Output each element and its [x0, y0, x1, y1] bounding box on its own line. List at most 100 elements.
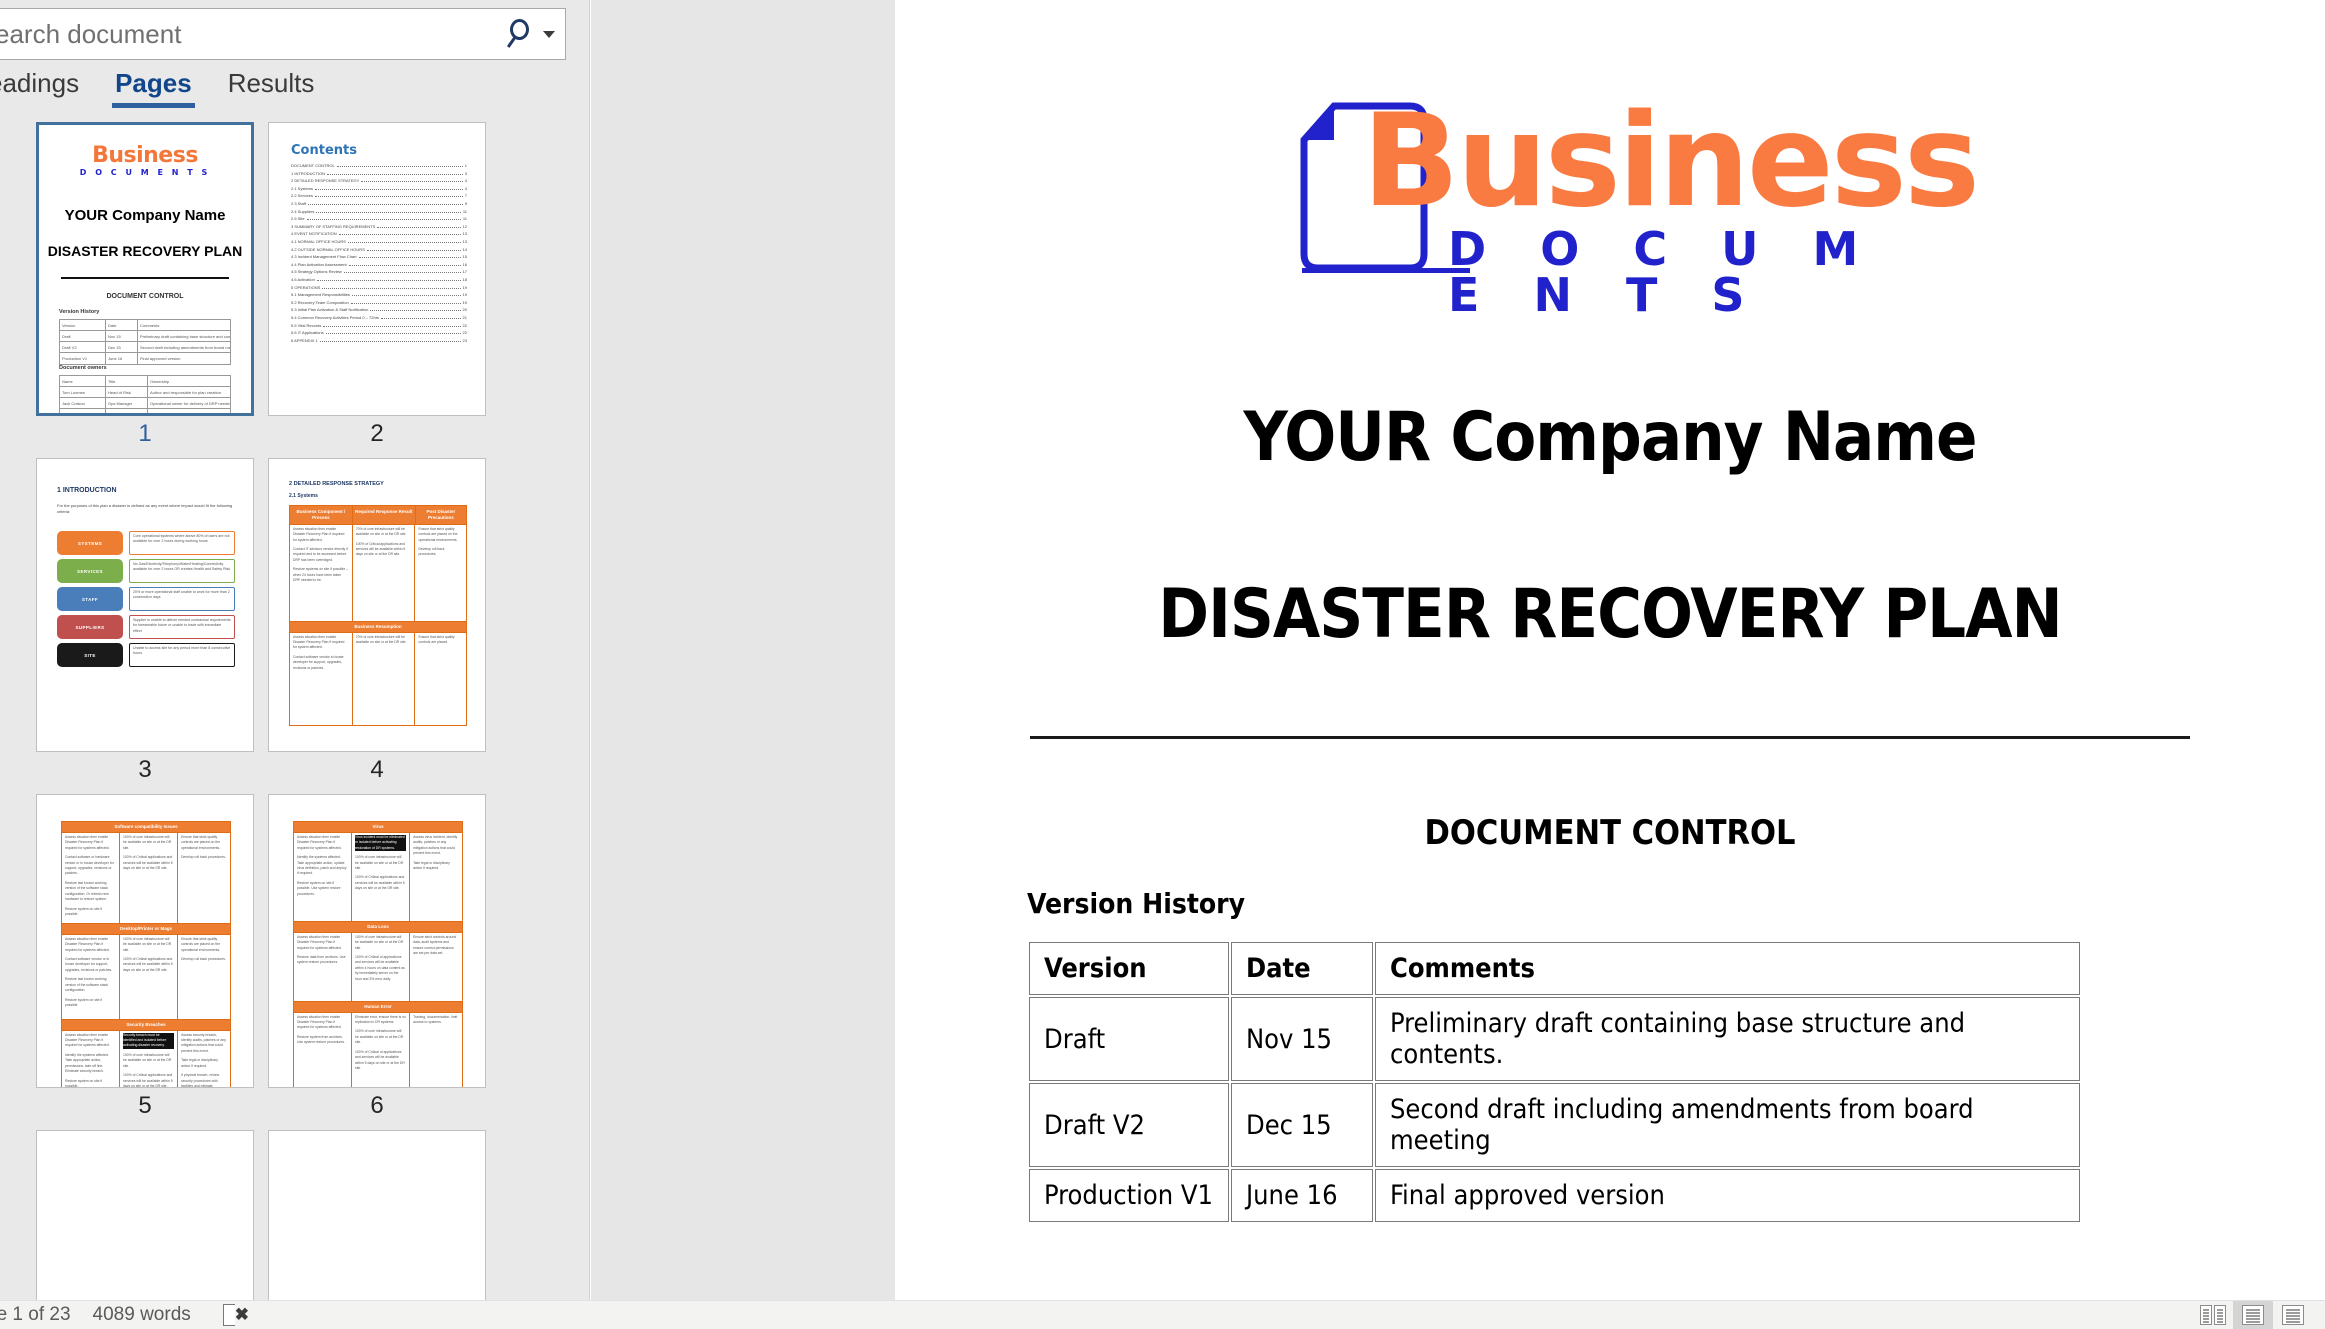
thumb-control-heading: DOCUMENT CONTROL	[106, 293, 184, 300]
toc-line: 5.4 Common Recovery Activities Period 0 …	[291, 315, 467, 320]
toc-line: 4.1 NORMAL OFFICE HOURS 13	[291, 239, 467, 244]
horizontal-rule	[1030, 736, 2190, 739]
thumbnail-item-page-8[interactable]	[268, 1130, 486, 1300]
page-thumbnail-1[interactable]: Business D O C U M E N T S YOUR Company …	[36, 122, 254, 416]
word-count[interactable]: 4089 words	[93, 1304, 191, 1326]
web-layout-button[interactable]	[2273, 1301, 2313, 1329]
search-controls	[506, 19, 565, 49]
column-header-version: Version	[1029, 942, 1229, 995]
document-canvas[interactable]: Business D O C U M E N T S YOUR Company …	[591, 0, 2325, 1300]
status-bar-left: ge 1 of 23 4089 words ✖	[0, 1304, 249, 1326]
page-indicator[interactable]: ge 1 of 23	[0, 1304, 71, 1326]
thumbnail-item-page-6[interactable]: Virus Assess situation then enable Disas…	[268, 794, 486, 1118]
navigation-search-row: earch document	[0, 8, 566, 60]
thumbnail-row: Business D O C U M E N T S YOUR Company …	[0, 122, 589, 446]
search-icon[interactable]	[506, 19, 539, 49]
thumb-table-page-6: Virus Assess situation then enable Disas…	[293, 821, 463, 1087]
tab-results[interactable]: Results	[210, 68, 333, 108]
read-mode-button[interactable]	[2193, 1301, 2233, 1329]
page-thumbnails-list[interactable]: Business D O C U M E N T S YOUR Company …	[0, 122, 589, 1300]
intro-chip-label: SYSTEMS	[57, 531, 123, 555]
page-thumbnail-7[interactable]	[36, 1130, 254, 1300]
column-header-comments: Comments	[1375, 942, 2080, 995]
thumbnail-page-number: 4	[370, 756, 384, 783]
thumb-contents-title: Contents	[291, 143, 357, 158]
intro-chip-row: SUPPLIERS Supplier is unable to deliver n…	[57, 615, 235, 639]
read-mode-icon	[2200, 1305, 2226, 1325]
table-row: Draft V2 Dec 15 Second draft including a…	[1029, 1083, 2080, 1167]
toc-line: 5.2 Recovery Team Composition 19	[291, 299, 467, 305]
cell-date: Dec 15	[1231, 1083, 1373, 1167]
thumb-subject: DISASTER RECOVERY PLAN	[47, 243, 243, 259]
toc-line: DOCUMENT CONTROL 1	[291, 163, 467, 168]
brand-documents-text: D O C U M E N T S	[1448, 222, 1878, 322]
thumbnail-row: Software compatibility Issues Assess sit…	[0, 794, 589, 1118]
toc-line: 4.5 Strategy Options Review 17	[291, 269, 467, 275]
thumb-logo: Business D O C U M E N T S	[39, 145, 251, 178]
toc-line: 5.5 Vital Records 22	[291, 322, 467, 328]
thumb-intro-heading: 1 INTRODUCTION	[57, 487, 117, 494]
thumb-intro-paragraph: For the purposes of this plan a disaster…	[57, 503, 233, 514]
intro-chip-label: SERVICES	[57, 559, 123, 583]
toc-line: 2 DETAILED RESPONSE STRATEGY 4	[291, 178, 467, 184]
intro-chip-text: Supplier is unable to deliver needed con…	[129, 615, 235, 639]
brand-underline	[1302, 268, 1470, 273]
thumbnail-row	[0, 1130, 589, 1300]
cell-version: Draft V2	[1029, 1083, 1229, 1167]
thumbnail-item-page-1[interactable]: Business D O C U M E N T S YOUR Company …	[36, 122, 254, 446]
intro-chip-row: SYSTEMS Core operational systems where ab…	[57, 531, 235, 555]
document-page-1[interactable]: Business D O C U M E N T S YOUR Company …	[895, 0, 2325, 1300]
document-content: Business D O C U M E N T S YOUR Company …	[895, 0, 2325, 1224]
cell-comments: Final approved version	[1375, 1169, 2080, 1222]
cell-version: Production V1	[1029, 1169, 1229, 1222]
page-thumbnail-5[interactable]: Software compatibility Issues Assess sit…	[36, 794, 254, 1088]
thumbnail-item-page-3[interactable]: 1 INTRODUCTION For the purposes of this …	[36, 458, 254, 782]
column-header-date: Date	[1231, 942, 1373, 995]
toc-line: 4.2 OUTSIDE NORMAL OFFICE HOURS 14	[291, 246, 467, 252]
thumbnail-page-number: 1	[138, 420, 152, 447]
thumbnail-item-page-7[interactable]	[36, 1130, 254, 1300]
status-bar: ge 1 of 23 4089 words ✖	[0, 1300, 2325, 1329]
intro-chip-label: SITE	[57, 643, 123, 667]
page-thumbnail-8[interactable]	[268, 1130, 486, 1300]
thumb-owners-table: Name Title Ownership Tom Loomes Head of Ris…	[59, 375, 231, 413]
proofing-errors-icon[interactable]: ✖	[222, 1304, 249, 1326]
navigation-pane: earch document eadings Pages Results	[0, 0, 590, 1300]
tab-headings[interactable]: eadings	[0, 68, 97, 108]
cell-date: Nov 15	[1231, 997, 1373, 1081]
thumbnail-item-page-5[interactable]: Software compatibility Issues Assess sit…	[36, 794, 254, 1118]
intro-chip-label: SUPPLIERS	[57, 615, 123, 639]
page-thumbnail-4[interactable]: 2 DETAILED RESPONSE STRATEGY 2.1 Systems…	[268, 458, 486, 752]
print-layout-icon	[2242, 1305, 2264, 1325]
page-thumbnail-2[interactable]: Contents DOCUMENT CONTROL 1 1 INTRODUCTION…	[268, 122, 486, 416]
toc-line: 3 SUMMARY OF STAFFING REQUIREMENTS 12	[291, 223, 467, 229]
intro-chip-row: SERVICES No Gas/Electricity/Telephony/Wat…	[57, 559, 235, 583]
chevron-down-icon[interactable]	[543, 30, 555, 38]
search-input[interactable]: earch document	[0, 8, 566, 60]
print-layout-button[interactable]	[2233, 1300, 2273, 1329]
word-application-window: earch document eadings Pages Results	[0, 0, 2325, 1329]
brand-business-text: Business	[1362, 87, 1980, 236]
thumbnail-page-number: 5	[138, 1092, 152, 1119]
page-thumbnail-3[interactable]: 1 INTRODUCTION For the purposes of this …	[36, 458, 254, 752]
web-layout-icon	[2282, 1305, 2304, 1325]
intro-chip-text: 20% or more operational staff unable to …	[129, 587, 235, 611]
toc-line: 6 APPENDIX 1 23	[291, 337, 467, 343]
page-title-subject: DISASTER RECOVERY PLAN	[1158, 575, 2062, 654]
navigation-tabs: eadings Pages Results	[0, 68, 589, 108]
intro-chip-label: STAFF	[57, 587, 123, 611]
tab-pages[interactable]: Pages	[97, 68, 210, 108]
intro-chip-row: SITE Unable to access site for any period…	[57, 643, 235, 667]
page-thumbnail-6[interactable]: Virus Assess situation then enable Disas…	[268, 794, 486, 1088]
thumbnail-page-number: 2	[370, 420, 384, 447]
thumb-version-table: Version Date Comments Draft Nov 15 Prelimina…	[59, 319, 231, 365]
thumbnail-page-number: 3	[138, 756, 152, 783]
thumb-rule-top	[61, 277, 229, 279]
intro-chip-text: Core operational systems where above 80%…	[129, 531, 235, 555]
thumbnail-item-page-2[interactable]: Contents DOCUMENT CONTROL 1 1 INTRODUCTION…	[268, 122, 486, 446]
thumb-table-page-5: Software compatibility Issues Assess sit…	[61, 821, 231, 1087]
thumb-owners-label: Document owners	[59, 365, 107, 371]
thumbnail-item-page-4[interactable]: 2 DETAILED RESPONSE STRATEGY 2.1 Systems…	[268, 458, 486, 782]
toc-line: 4.6 Activation 18	[291, 277, 467, 282]
toc-line: 2.2 Services 7	[291, 193, 467, 199]
